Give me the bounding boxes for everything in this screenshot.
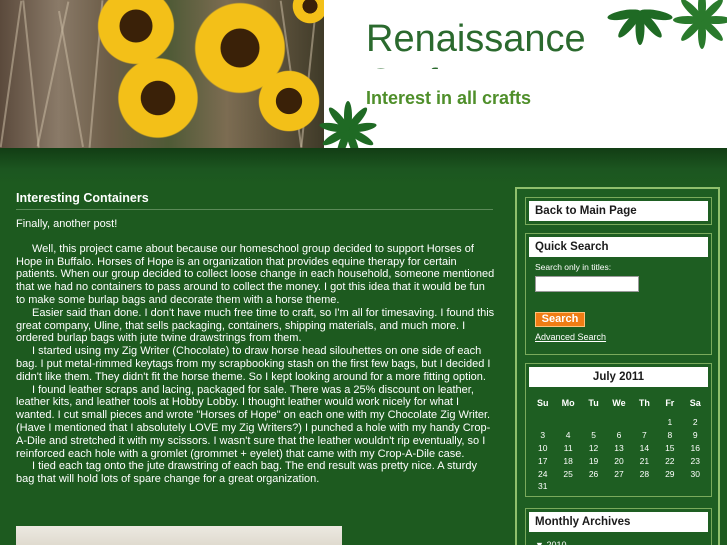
calendar-widget: July 2011 Su Mo Tu We Th Fr Sa 1 2 3 4 5… bbox=[525, 363, 712, 497]
header-sunflower-photo bbox=[0, 0, 324, 148]
calendar-day: 3 bbox=[540, 430, 546, 441]
calendar-day: 11 bbox=[563, 442, 573, 453]
monthly-archives-widget: Monthly Archives ▼ 2010 bbox=[525, 508, 712, 545]
archive-year-label: 2010 bbox=[546, 540, 567, 545]
quick-search-title: Quick Search bbox=[529, 237, 708, 257]
weekday-header: Tu bbox=[588, 398, 599, 408]
calendar-day: 12 bbox=[588, 442, 599, 453]
calendar-day bbox=[657, 480, 682, 493]
calendar-grid: Su Mo Tu We Th Fr Sa 1 2 3 4 5 6 7 8 9 1… bbox=[530, 398, 708, 493]
calendar-day: 21 bbox=[639, 455, 650, 466]
calendar-day: 13 bbox=[614, 442, 624, 453]
post-paragraph: Finally, another post! bbox=[16, 218, 118, 230]
weekday-header: Mo bbox=[561, 398, 575, 408]
calendar-day bbox=[606, 480, 631, 493]
post-paragraph: Easier said than done. I don't have much… bbox=[16, 306, 495, 345]
calendar-day bbox=[683, 480, 708, 493]
post-title[interactable]: Interesting Containers bbox=[16, 191, 149, 205]
post-title-divider bbox=[16, 209, 493, 210]
quick-search-widget: Quick Search Search only in titles: Sear… bbox=[525, 233, 712, 355]
advanced-search-link[interactable]: Advanced Search bbox=[535, 332, 606, 342]
calendar-day: 1 bbox=[667, 417, 673, 428]
post-paragraph: I found leather scraps and lacing, packa… bbox=[16, 383, 491, 460]
post-paragraph: Well, this project came about because ou… bbox=[16, 242, 495, 306]
calendar-day: 7 bbox=[642, 430, 647, 441]
calendar-day: 26 bbox=[588, 468, 599, 479]
main-content: Interesting Containers Finally, another … bbox=[0, 184, 510, 545]
site-header: Renaissance Crafts Interest in all craft… bbox=[0, 0, 727, 148]
calendar-day: 30 bbox=[690, 468, 700, 479]
calendar-day bbox=[632, 416, 657, 429]
post-body: Finally, another post! Well, this projec… bbox=[16, 218, 496, 486]
calendar-day: 20 bbox=[614, 455, 624, 466]
calendar-day bbox=[632, 480, 657, 493]
weekday-header: Su bbox=[536, 398, 549, 408]
archive-year-item[interactable]: ▼ 2010 bbox=[535, 540, 566, 545]
sidebar: Back to Main Page Quick Search Search on… bbox=[515, 187, 720, 545]
weekday-header: Fr bbox=[665, 398, 675, 408]
calendar-day: 4 bbox=[565, 430, 571, 441]
calendar-day: 8 bbox=[667, 430, 673, 441]
calendar-day: 15 bbox=[665, 442, 675, 453]
calendar-day: 22 bbox=[665, 455, 675, 466]
search-button[interactable]: Search bbox=[535, 312, 585, 327]
site-tagline: Interest in all crafts bbox=[366, 88, 532, 108]
header-divider-bar bbox=[0, 148, 727, 184]
calendar-day: 9 bbox=[692, 430, 698, 441]
calendar-day bbox=[555, 480, 580, 493]
calendar-day: 14 bbox=[639, 442, 650, 453]
leaf-cluster-icon bbox=[319, 101, 377, 148]
calendar-day bbox=[555, 416, 580, 429]
calendar-day: 17 bbox=[537, 455, 548, 466]
calendar-month-title: July 2011 bbox=[529, 367, 708, 387]
weekday-header: Th bbox=[638, 398, 650, 408]
calendar-day: 31 bbox=[537, 481, 548, 492]
weekday-header: We bbox=[612, 398, 626, 408]
calendar-day: 5 bbox=[591, 430, 596, 441]
leaf-cluster-icon bbox=[607, 0, 727, 49]
archives-title: Monthly Archives bbox=[529, 512, 708, 532]
calendar-day: 16 bbox=[690, 442, 700, 453]
calendar-day: 27 bbox=[614, 468, 624, 479]
back-to-main-link[interactable]: Back to Main Page bbox=[529, 201, 708, 221]
calendar-day: 29 bbox=[665, 468, 675, 479]
calendar-day: 18 bbox=[563, 455, 573, 466]
calendar-day bbox=[606, 416, 631, 429]
calendar-day: 6 bbox=[616, 430, 622, 441]
calendar-day bbox=[530, 416, 555, 429]
calendar-day bbox=[581, 416, 606, 429]
post-photo bbox=[16, 526, 342, 545]
calendar-day: 2 bbox=[692, 417, 698, 428]
calendar-day: 24 bbox=[537, 468, 548, 479]
back-widget: Back to Main Page bbox=[525, 197, 712, 225]
calendar-day: 28 bbox=[639, 468, 650, 479]
triangle-down-icon: ▼ bbox=[535, 540, 544, 545]
search-label: Search only in titles: bbox=[535, 262, 612, 272]
calendar-day: 10 bbox=[537, 442, 548, 453]
calendar-day bbox=[581, 480, 606, 493]
search-input[interactable] bbox=[535, 276, 639, 292]
calendar-day: 25 bbox=[563, 468, 573, 479]
post-paragraph: I started using my Zig Writer (Chocolate… bbox=[16, 345, 491, 383]
weekday-header: Sa bbox=[689, 398, 701, 408]
post-paragraph: I tied each tag onto the jute drawstring… bbox=[16, 460, 477, 486]
calendar-day: 23 bbox=[690, 455, 700, 466]
calendar-day: 19 bbox=[588, 455, 599, 466]
